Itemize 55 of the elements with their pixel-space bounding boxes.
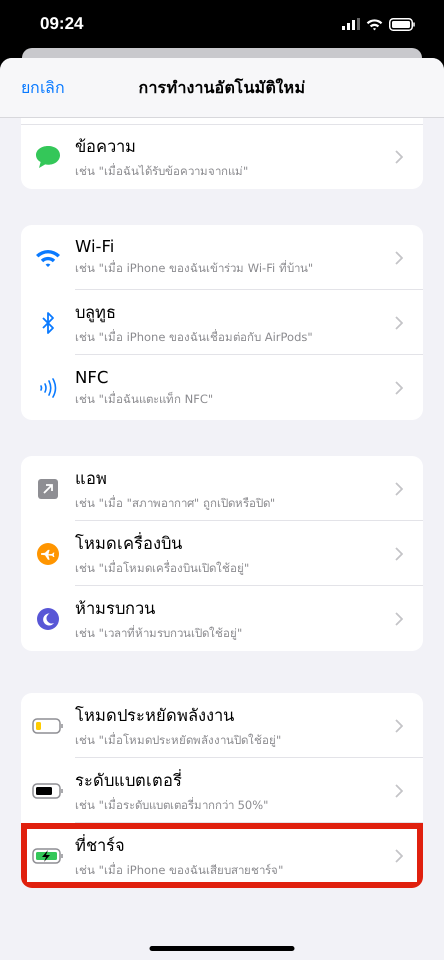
chevron-icon [395,612,403,626]
chevron-icon [395,316,403,330]
moon-icon [37,608,59,630]
item-title: โหมดเครื่องบิน [75,531,182,554]
item-subtitle: เช่น "เมื่อโหมดเครื่องบินเปิดใช้อยู่" [75,559,250,576]
clock-time: 09:24 [40,14,84,34]
item-title: Wi-Fi [75,237,114,256]
chevron-icon [395,150,403,164]
chevron-icon [395,250,403,264]
item-title: โหมดประหยัดพลังงาน [75,704,234,726]
item-title: บลูทูธ [75,302,116,324]
list-item[interactable]: ที่ชาร์จ เช่น "เมื่อ iPhone ของฉันเสียบสายชาร์จ" [21,823,423,888]
item-title: ที่ชาร์จ [75,833,125,857]
item-title: ห้ามรบกวน [75,598,155,620]
item-subtitle: เช่น "เมื่อโหมดประหยัดพลังงานปิดใช้อยู่" [75,731,282,748]
bluetooth-icon [40,310,56,334]
signal-icon [342,18,360,30]
list-item[interactable]: NFC เช่น "เมื่อฉันแตะแท็ก NFC" [21,355,423,420]
list-item[interactable]: โหมดเครื่องบิน เช่น "เมื่อโหมดเครื่องบินเปิดใช้อยู่" [21,521,423,586]
battery-low-icon [32,718,64,734]
battery-charging-icon [32,848,64,864]
list-item[interactable]: โหมดประหยัดพลังงาน เช่น "เมื่อโหมดประหยัดพลังงานปิดใช้อยู่" [21,693,423,758]
chevron-icon [395,546,403,560]
item-subtitle: เช่น "เมื่อระดับแบตเตอรี่มากกว่า 50%" [75,796,268,814]
wifi-icon [35,248,61,268]
list-item[interactable]: ข้อความ เช่น "เมื่อฉันได้รับข้อความจากแม่" [21,124,423,189]
item-title: ข้อความ [75,136,136,158]
item-subtitle: เช่น "เมื่อ "สภาพอากาศ" ถูกเปิดหรือปิด" [75,494,276,512]
list-item[interactable]: แอพ เช่น "เมื่อ "สภาพอากาศ" ถูกเปิดหรือปิด" [21,456,423,521]
airplane-icon [37,542,59,564]
list-item[interactable]: Wi-Fi เช่น "เมื่อ iPhone ของฉันเข้าร่วม Wi-Fi ที่บ้าน" [21,225,423,290]
wifi-icon [366,18,383,30]
item-subtitle: เช่น "เวลาที่ห้ามรบกวนเปิดใช้อยู่" [75,624,242,642]
chevron-icon [395,848,403,862]
chevron-icon [395,380,403,394]
chevron-icon [395,718,403,732]
item-title: ระดับแบตเตอรี่ [75,768,182,792]
chevron-icon [395,482,403,496]
item-title: NFC [75,368,108,386]
item-subtitle: เช่น "เมื่อฉันได้รับข้อความจากแม่" [75,162,248,180]
item-subtitle: เช่น "เมื่อ iPhone ของฉันเข้าร่วม Wi-Fi ที่บ้าน" [75,259,314,277]
item-title: แอพ [75,468,107,490]
list-item[interactable]: ระดับแบตเตอรี่ เช่น "เมื่อระดับแบตเตอรี่มากกว่า 50%" [21,758,423,823]
list-item[interactable]: ห้ามรบกวน เช่น "เวลาที่ห้ามรบกวนเปิดใช้อยู่" [21,586,423,651]
battery-icon [32,782,64,798]
cancel-button[interactable]: ยกเลิก [17,71,69,104]
item-subtitle: เช่น "เมื่อ iPhone ของฉันเสียบสายชาร์จ" [75,861,284,879]
nfc-waves-icon [38,376,58,398]
battery-icon [389,18,416,30]
speech-bubble-icon [34,144,62,170]
item-subtitle: เช่น "เมื่อฉันแตะแท็ก NFC" [75,390,214,408]
sheet-title: การทำงานอัตโนมัติใหม่ [138,77,306,99]
item-subtitle: เช่น "เมื่อ iPhone ของฉันเชื่อมต่อกับ AirPods" [75,328,313,346]
list-item[interactable]: บลูทูธ เช่น "เมื่อ iPhone ของฉันเชื่อมต่อกับ AirPods" [21,290,423,355]
chevron-icon [395,784,403,798]
